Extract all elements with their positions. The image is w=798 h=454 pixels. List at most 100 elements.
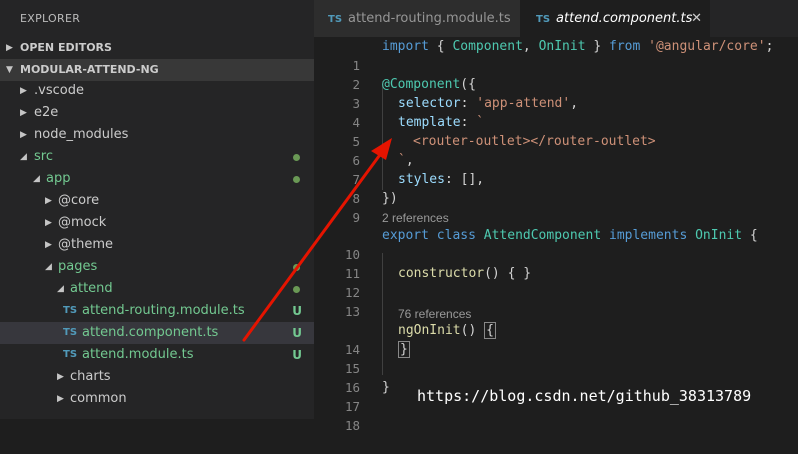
tree-item-label: @mock bbox=[58, 215, 107, 230]
tree-item-label: e2e bbox=[34, 105, 59, 120]
untracked-badge: U bbox=[292, 304, 302, 318]
codelens-references[interactable]: 2 references bbox=[382, 209, 449, 227]
tree-item-charts[interactable]: ▶ charts bbox=[0, 366, 314, 388]
chevron-right-icon: ▶ bbox=[57, 372, 64, 382]
chevron-down-icon: ◢ bbox=[57, 284, 64, 294]
code-token: , bbox=[570, 96, 579, 111]
code-token: ({ bbox=[460, 77, 476, 92]
code-token: 'app-attend' bbox=[476, 96, 571, 111]
typescript-file-icon: TS bbox=[63, 305, 78, 316]
chevron-right-icon: ▶ bbox=[45, 218, 52, 228]
chevron-down-icon: ▼ bbox=[6, 65, 13, 75]
watermark-text: https://blog.csdn.net/github_38313789 bbox=[417, 387, 752, 405]
code-token: import bbox=[382, 39, 429, 54]
tree-item-attend-component[interactable]: TS attend.component.ts U bbox=[0, 322, 314, 344]
code-token: constructor bbox=[398, 266, 485, 281]
code-line: 9 }) bbox=[314, 189, 798, 225]
code-line: 13 bbox=[314, 283, 798, 319]
tree-item-label: attend-routing.module.ts bbox=[82, 303, 245, 318]
untracked-badge: U bbox=[292, 326, 302, 340]
code-token: from bbox=[609, 39, 641, 54]
project-section[interactable]: ▼ MODULAR-ATTEND-NG bbox=[0, 59, 314, 81]
code-token: : bbox=[460, 96, 477, 111]
tree-item-vscode[interactable]: ▶ .vscode bbox=[0, 80, 314, 102]
code-line: 1 import { Component, OnInit } from '@an… bbox=[314, 37, 798, 73]
code-line: 5 template: ` bbox=[314, 113, 798, 149]
code-line: 11 bbox=[314, 245, 798, 281]
modified-dot-icon bbox=[293, 264, 300, 271]
chevron-down-icon: ◢ bbox=[20, 152, 27, 162]
code-token: @Component bbox=[382, 77, 461, 92]
tree-item-app[interactable]: ◢ app bbox=[0, 168, 314, 190]
code-token: () { } bbox=[484, 266, 532, 281]
code-line: 4 selector: 'app-attend', bbox=[314, 94, 798, 130]
code-token: : bbox=[460, 115, 477, 130]
tab-label: attend.component.ts bbox=[556, 11, 693, 26]
chevron-right-icon: ▶ bbox=[20, 108, 27, 118]
tree-item-attend[interactable]: ◢ attend bbox=[0, 278, 314, 300]
chevron-right-icon: ▶ bbox=[20, 86, 27, 96]
tree-item-e2e[interactable]: ▶ e2e bbox=[0, 102, 314, 124]
tree-item-label: common bbox=[70, 391, 127, 406]
code-token: , bbox=[522, 39, 539, 54]
close-icon[interactable]: ✕ bbox=[691, 0, 702, 37]
chevron-right-icon: ▶ bbox=[45, 196, 52, 206]
chevron-down-icon: ◢ bbox=[33, 174, 40, 184]
code-token: class bbox=[436, 228, 476, 243]
tree-item-label: @core bbox=[58, 193, 100, 208]
tree-item-label: src bbox=[34, 149, 53, 164]
code-token: OnInit bbox=[538, 39, 586, 54]
tab-attend-component[interactable]: TS attend.component.ts ✕ bbox=[520, 0, 710, 37]
line-number: 9 bbox=[352, 210, 360, 225]
code-line: 3 @Component({ bbox=[314, 75, 798, 111]
tree-item-core[interactable]: ▶ @core bbox=[0, 190, 314, 212]
typescript-file-icon: TS bbox=[328, 14, 343, 25]
code-token: ` bbox=[476, 115, 485, 130]
tree-item-attend-routing-module[interactable]: TS attend-routing.module.ts U bbox=[0, 300, 314, 322]
code-token: implements bbox=[609, 228, 688, 243]
tree-item-label: charts bbox=[70, 369, 111, 384]
tree-item-attend-module[interactable]: TS attend.module.ts U bbox=[0, 344, 314, 366]
line-number: 13 bbox=[344, 304, 360, 319]
code-token: } bbox=[585, 39, 610, 54]
explorer-sidebar: EXPLORER ▶ OPEN EDITORS ▼ MODULAR-ATTEND… bbox=[0, 0, 314, 419]
open-editors-section[interactable]: ▶ OPEN EDITORS bbox=[0, 37, 314, 59]
tree-item-pages[interactable]: ◢ pages bbox=[0, 256, 314, 278]
code-token: ; bbox=[765, 39, 774, 54]
code-token: { bbox=[428, 39, 453, 54]
code-token: , bbox=[405, 153, 414, 168]
chevron-right-icon: ▶ bbox=[20, 130, 27, 140]
code-editor[interactable]: 1 import { Component, OnInit } from '@an… bbox=[314, 37, 798, 433]
code-line: 12 constructor() { } bbox=[314, 264, 798, 300]
typescript-file-icon: TS bbox=[536, 14, 551, 25]
tree-item-label: attend.module.ts bbox=[82, 347, 194, 362]
tree-item-src[interactable]: ◢ src bbox=[0, 146, 314, 168]
tree-item-theme[interactable]: ▶ @theme bbox=[0, 234, 314, 256]
code-token: ngOnInit bbox=[398, 323, 461, 338]
chevron-right-icon: ▶ bbox=[57, 394, 64, 404]
chevron-right-icon: ▶ bbox=[45, 240, 52, 250]
tree-item-label: node_modules bbox=[34, 127, 129, 142]
code-token: template bbox=[398, 115, 461, 130]
project-label: MODULAR-ATTEND-NG bbox=[20, 63, 159, 76]
tab-attend-routing-module[interactable]: TS attend-routing.module.ts bbox=[314, 0, 520, 37]
code-token: () bbox=[460, 323, 485, 338]
code-line: 14 ngOnInit() { bbox=[314, 321, 798, 357]
modified-dot-icon bbox=[293, 176, 300, 183]
code-line: 8 styles: [], bbox=[314, 170, 798, 206]
code-line: 2 bbox=[314, 56, 798, 92]
tree-item-node-modules[interactable]: ▶ node_modules bbox=[0, 124, 314, 146]
tree-item-label: @theme bbox=[58, 237, 113, 252]
tree-item-mock[interactable]: ▶ @mock bbox=[0, 212, 314, 234]
code-token: <router-outlet></router-outlet> bbox=[413, 134, 656, 149]
matched-bracket: } bbox=[398, 341, 410, 358]
matched-bracket: { bbox=[484, 322, 496, 339]
code-token: }) bbox=[382, 191, 398, 206]
tree-item-label: attend bbox=[70, 281, 113, 296]
tree-item-common[interactable]: ▶ common bbox=[0, 388, 314, 410]
code-token: ` bbox=[398, 153, 406, 168]
tree-item-label: attend.component.ts bbox=[82, 325, 219, 340]
code-line: 16 bbox=[314, 359, 798, 395]
code-token: styles bbox=[398, 172, 445, 187]
